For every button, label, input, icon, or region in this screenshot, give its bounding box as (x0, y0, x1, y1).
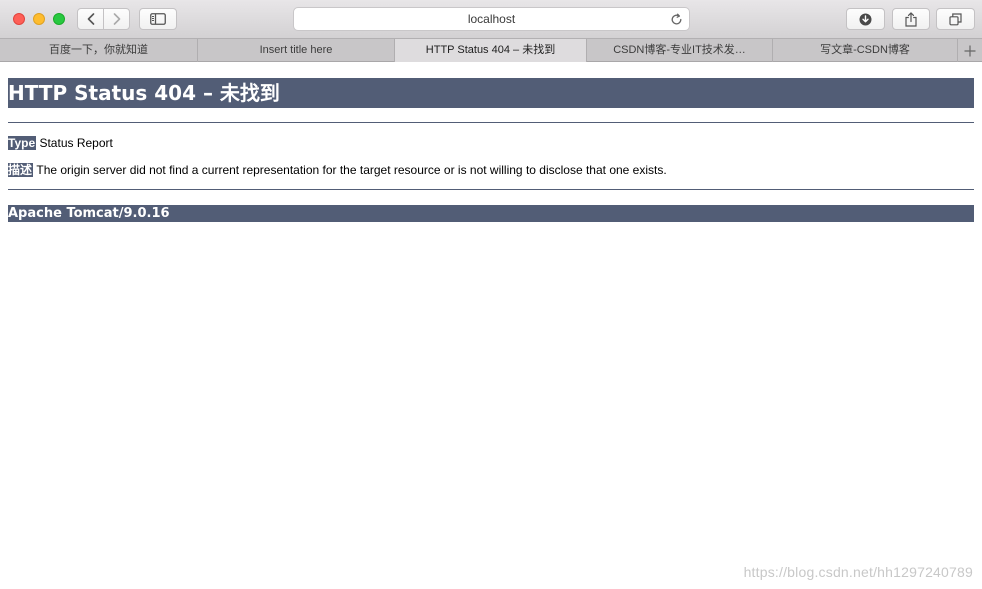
reload-icon (671, 13, 682, 25)
description-line: 描述 The origin server did not find a curr… (8, 163, 667, 177)
watermark: https://blog.csdn.net/hh1297240789 (743, 564, 973, 580)
tabs-overview-button[interactable] (936, 8, 975, 30)
reload-button[interactable] (670, 13, 683, 31)
tab-csdn-blog[interactable]: CSDN博客-专业IT技术发… (587, 39, 773, 62)
browser-toolbar: localhost (0, 0, 982, 38)
share-icon (905, 11, 917, 27)
plus-icon (964, 45, 976, 56)
new-tab-button[interactable] (958, 39, 982, 62)
divider (8, 122, 974, 123)
tab-csdn-write[interactable]: 写文章-CSDN博客 (773, 39, 958, 62)
back-button[interactable] (78, 9, 103, 29)
type-value: Status Report (39, 136, 113, 150)
page-content: HTTP Status 404 – 未找到 Type Status Report… (0, 62, 982, 589)
download-icon (859, 13, 872, 25)
sidebar-button[interactable] (139, 8, 177, 30)
divider (8, 189, 974, 190)
tab-baidu[interactable]: 百度一下，你就知道 (0, 39, 198, 62)
type-label: Type (8, 136, 37, 150)
address-bar[interactable]: localhost (293, 7, 690, 31)
navigation-buttons (77, 8, 130, 30)
tab-http-status-404[interactable]: HTTP Status 404 – 未找到 (395, 39, 587, 62)
sidebar-icon (150, 13, 166, 25)
maximize-window-button[interactable] (53, 13, 65, 25)
browser-window: localhost 百度一下，你就知道 Insert title here HT… (0, 0, 982, 589)
server-footer: Apache Tomcat/9.0.16 (8, 205, 974, 222)
chevron-left-icon (87, 13, 94, 25)
chevron-right-icon (113, 13, 120, 25)
forward-button[interactable] (103, 9, 129, 29)
tabs-overview-icon (949, 12, 962, 25)
description-value: The origin server did not find a current… (36, 163, 667, 177)
type-line: Type Status Report (8, 136, 113, 150)
description-label: 描述 (8, 163, 34, 177)
tab-bar: 百度一下，你就知道 Insert title here HTTP Status … (0, 38, 982, 62)
address-url[interactable]: localhost (294, 12, 689, 26)
tab-insert-title[interactable]: Insert title here (198, 39, 395, 62)
minimize-window-button[interactable] (33, 13, 45, 25)
share-button[interactable] (892, 8, 930, 30)
close-window-button[interactable] (13, 13, 25, 25)
page-title: HTTP Status 404 – 未找到 (8, 78, 974, 108)
downloads-button[interactable] (846, 8, 885, 30)
